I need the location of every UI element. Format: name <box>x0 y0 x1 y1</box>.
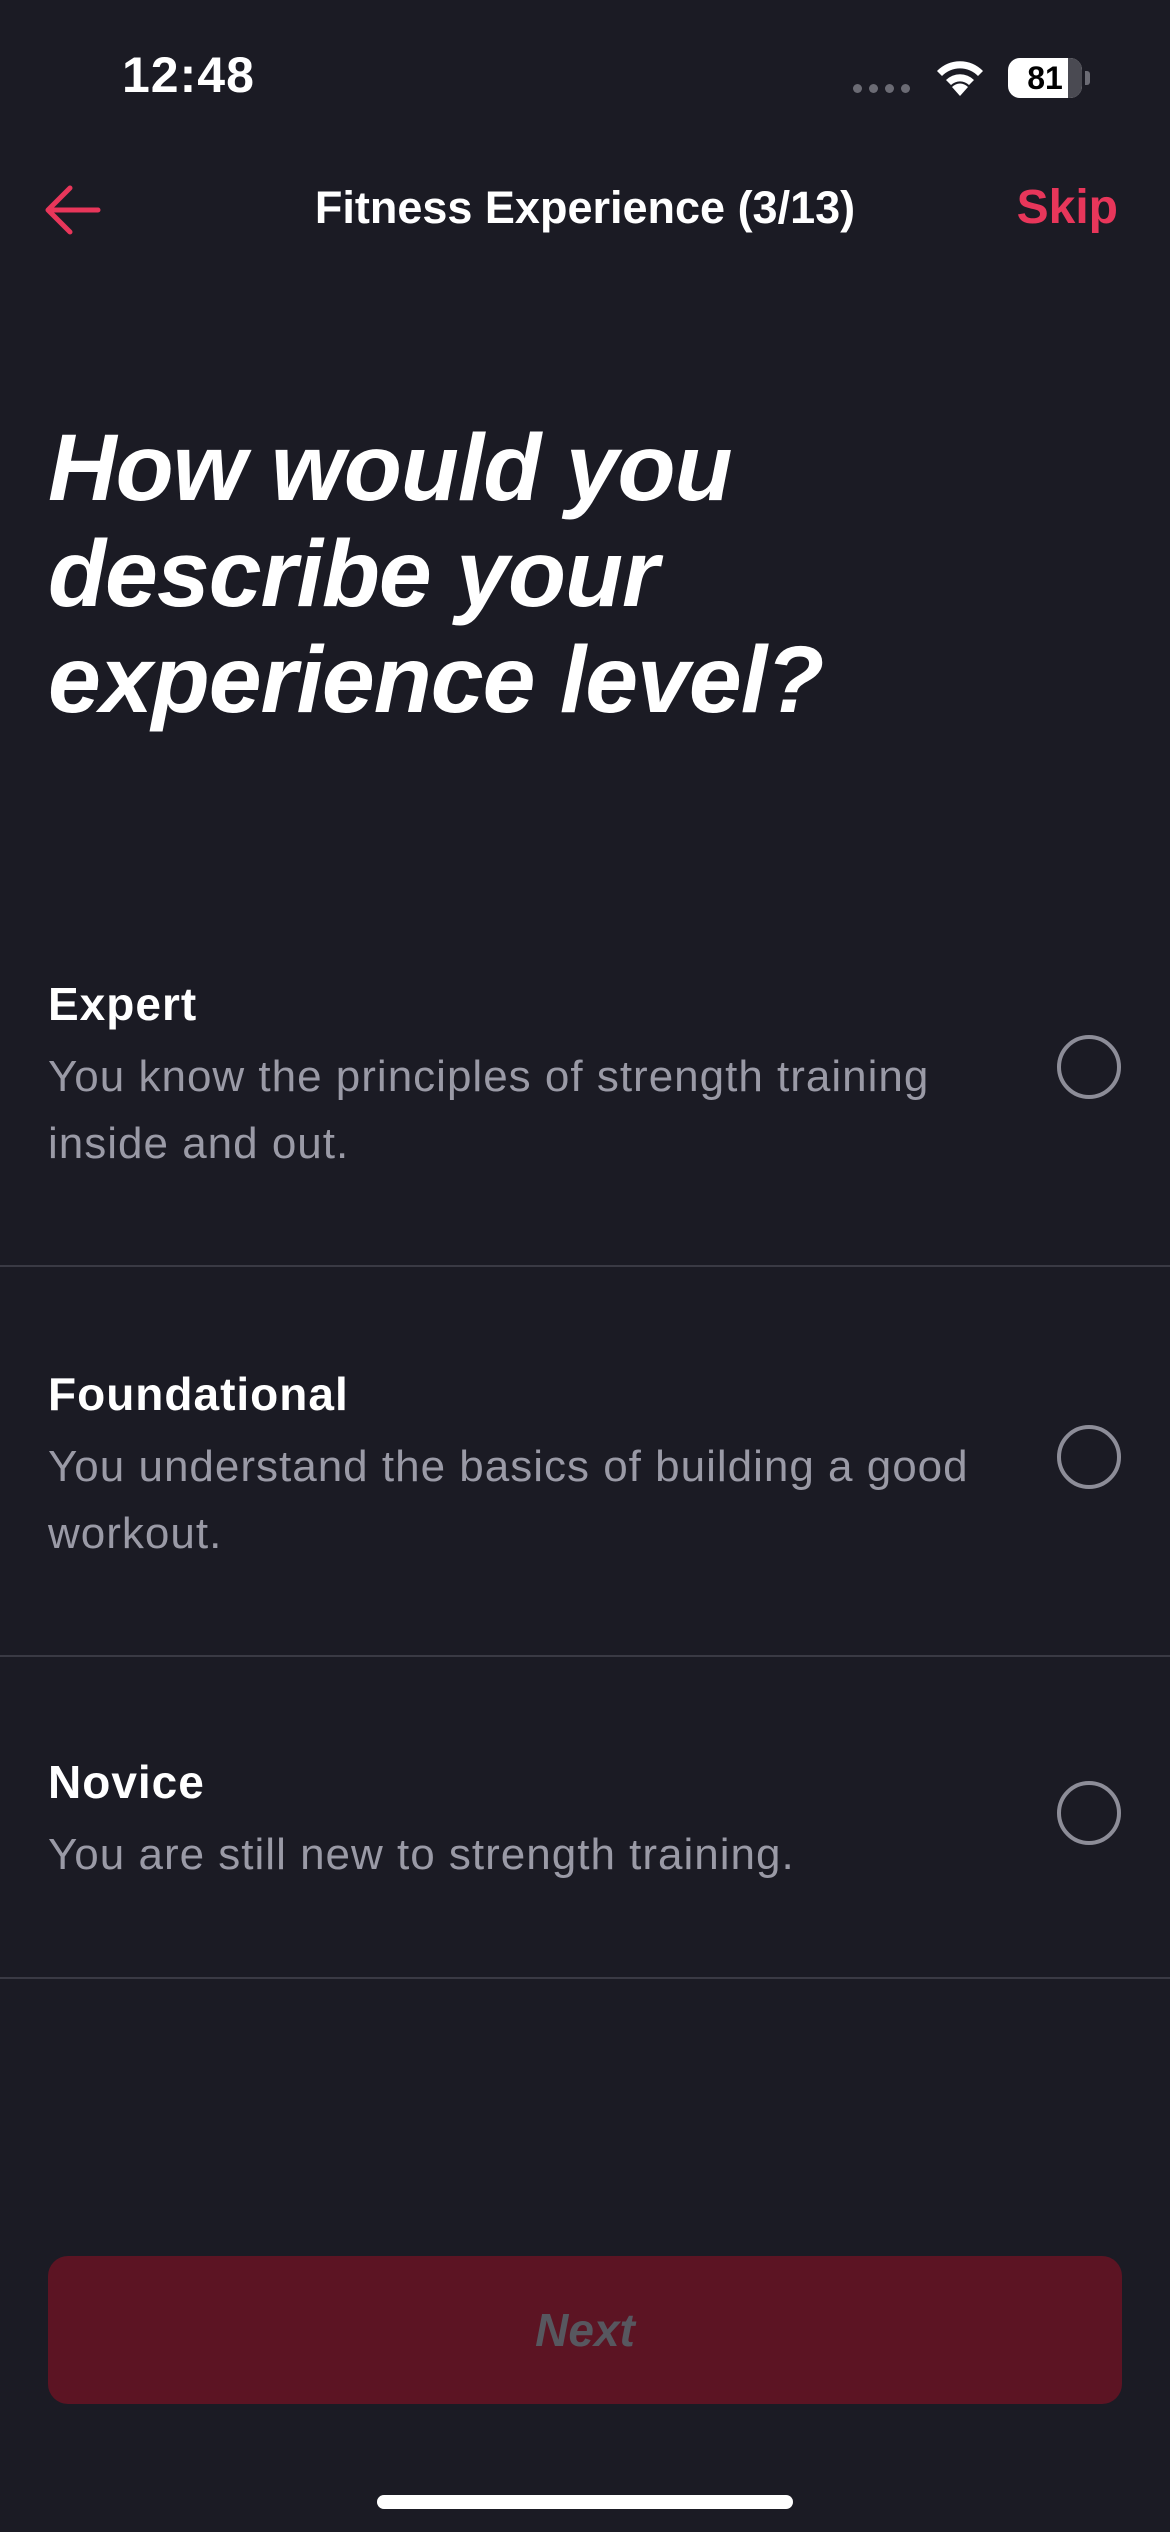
cellular-signal-icon <box>853 84 910 93</box>
battery-icon: 81 <box>1008 58 1090 98</box>
option-title: Novice <box>48 1756 205 1808</box>
radio-button-expert[interactable] <box>1057 1035 1121 1099</box>
back-button[interactable] <box>40 180 110 240</box>
wifi-icon <box>937 61 983 96</box>
status-bar: 12:48 81 <box>0 0 1170 150</box>
option-title: Foundational <box>48 1368 349 1420</box>
option-novice[interactable]: Novice You are still new to strength tra… <box>0 1657 1170 1979</box>
page-title: Fitness Experience (3/13) <box>314 182 856 233</box>
option-description: You understand the basics of building a … <box>48 1442 969 1558</box>
battery-level: 81 <box>1027 60 1063 96</box>
question-title: How would you describe your experience l… <box>48 415 824 733</box>
option-text: Novice You are still new to strength tra… <box>48 1755 998 1888</box>
option-text: Foundational You understand the basics o… <box>48 1367 998 1567</box>
nav-header: Fitness Experience (3/13) Skip <box>0 160 1170 260</box>
radio-button-novice[interactable] <box>1057 1781 1121 1845</box>
status-time: 12:48 <box>122 47 255 103</box>
skip-button[interactable]: Skip <box>1017 180 1118 235</box>
option-description: You know the principles of strength trai… <box>48 1052 930 1168</box>
next-button[interactable]: Next <box>48 2256 1122 2404</box>
home-indicator[interactable] <box>377 2495 793 2509</box>
option-foundational[interactable]: Foundational You understand the basics o… <box>0 1267 1170 1657</box>
radio-button-foundational[interactable] <box>1057 1425 1121 1489</box>
experience-options: Expert You know the principles of streng… <box>0 925 1170 1979</box>
arrow-left-icon <box>45 185 101 235</box>
option-expert[interactable]: Expert You know the principles of streng… <box>0 925 1170 1267</box>
option-description: You are still new to strength training. <box>48 1830 795 1879</box>
next-button-label: Next <box>535 2304 635 2356</box>
option-text: Expert You know the principles of streng… <box>48 977 998 1177</box>
option-title: Expert <box>48 978 198 1030</box>
